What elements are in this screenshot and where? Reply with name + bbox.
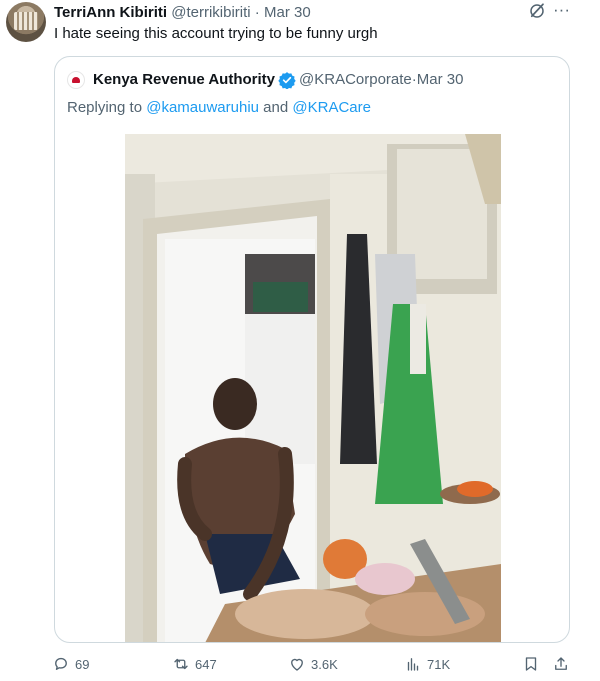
quoted-date[interactable]: Mar 30: [417, 70, 464, 90]
quoted-header: Kenya Revenue Authority @KRACorporate · …: [67, 70, 463, 90]
quoted-author-name[interactable]: Kenya Revenue Authority: [93, 70, 275, 90]
kra-logo-icon: [67, 71, 85, 89]
reply-icon: [55, 657, 67, 670]
author-handle[interactable]: @terrikibiriti: [171, 4, 250, 21]
mention-kracare[interactable]: @KRACare: [292, 99, 371, 116]
reply-count: 69: [75, 656, 90, 672]
quoted-tweet[interactable]: Kenya Revenue Authority @KRACorporate · …: [54, 56, 570, 643]
tweet-date[interactable]: Mar 30: [264, 4, 311, 21]
avatar[interactable]: [6, 2, 46, 42]
video-frame-image: [125, 134, 501, 642]
separator: ·: [250, 4, 264, 21]
action-bar: 69 647 3.6K 71K: [0, 652, 600, 676]
share-icon: [555, 657, 567, 670]
like-button[interactable]: 3.6K: [288, 652, 338, 676]
repost-icon: [174, 658, 188, 670]
replying-and: and: [259, 99, 293, 116]
heart-icon: [291, 658, 303, 671]
share-button[interactable]: [552, 652, 575, 676]
video-media[interactable]: [125, 134, 501, 642]
repost-button[interactable]: 647: [172, 652, 217, 676]
bookmark-button[interactable]: [522, 652, 545, 676]
repost-count: 647: [195, 656, 217, 672]
bookmark-icon: [525, 657, 537, 671]
verified-badge-icon: [278, 72, 296, 89]
view-count: 71K: [427, 656, 451, 672]
replying-prefix: Replying to: [67, 99, 147, 116]
grok-icon[interactable]: [528, 2, 546, 20]
mention-kamauwaruhiu[interactable]: @kamauwaruhiu: [146, 99, 259, 116]
replying-to: Replying to @kamauwaruhiu and @KRACare: [67, 98, 371, 118]
tweet-text: I hate seeing this account trying to be …: [54, 25, 378, 42]
like-count: 3.6K: [311, 656, 338, 672]
reply-button[interactable]: 69: [52, 652, 89, 676]
tweet-header: TerriAnn Kibiriti @terrikibiriti · Mar 3…: [54, 3, 311, 23]
author-name[interactable]: TerriAnn Kibiriti: [54, 4, 167, 21]
quoted-author-handle[interactable]: @KRACorporate: [299, 70, 412, 90]
more-icon[interactable]: ···: [553, 0, 570, 20]
views-icon: [407, 658, 419, 671]
views-button[interactable]: 71K: [404, 652, 450, 676]
